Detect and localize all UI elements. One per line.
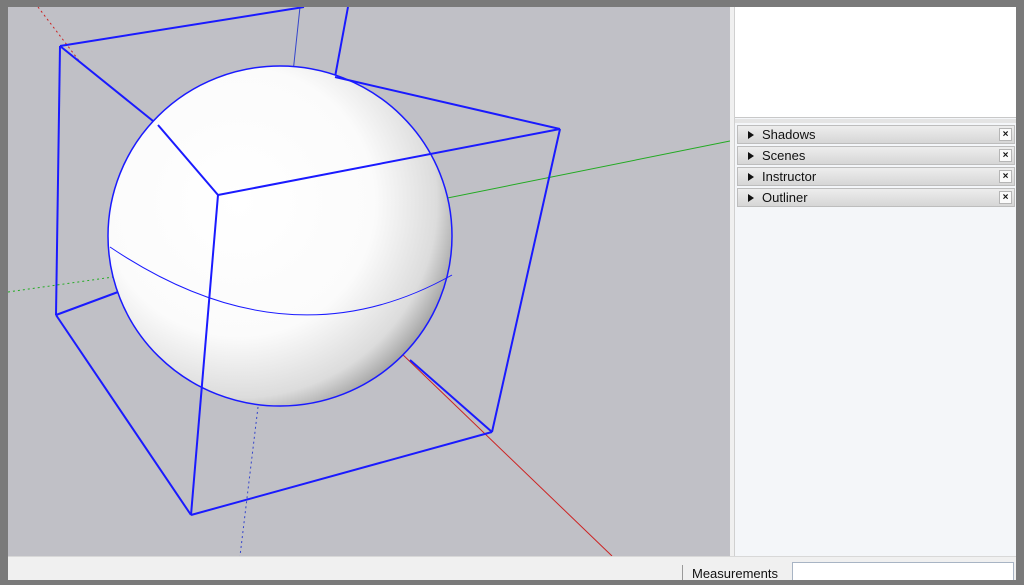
sphere	[107, 65, 453, 407]
default-tray: Shadows × Scenes × Instructor × Outliner…	[734, 7, 1016, 556]
measurements-input[interactable]	[792, 562, 1014, 580]
tray-splitter[interactable]	[735, 119, 1016, 123]
app-frame: Shadows × Scenes × Instructor × Outliner…	[8, 7, 1016, 580]
panel-outliner[interactable]: Outliner ×	[737, 188, 1015, 207]
close-icon[interactable]: ×	[999, 170, 1012, 183]
panel-instructor[interactable]: Instructor ×	[737, 167, 1015, 186]
panel-label: Scenes	[762, 148, 806, 163]
close-icon[interactable]: ×	[999, 191, 1012, 204]
blue-axis-dotted	[239, 406, 259, 556]
expand-arrow-icon[interactable]	[748, 151, 754, 160]
status-bar: Measurements	[8, 556, 1016, 580]
panel-label: Instructor	[762, 169, 817, 184]
red-axis	[373, 326, 613, 556]
close-icon[interactable]: ×	[999, 128, 1012, 141]
status-divider	[682, 565, 683, 580]
scene-drawing	[8, 7, 730, 556]
panel-scenes[interactable]: Scenes ×	[737, 146, 1015, 165]
panel-label: Shadows	[762, 127, 816, 142]
panel-shadows[interactable]: Shadows ×	[737, 125, 1015, 144]
modeling-viewport[interactable]	[8, 7, 730, 556]
expand-arrow-icon[interactable]	[748, 193, 754, 202]
tray-upper-pane	[735, 7, 1016, 118]
measurements-label: Measurements	[692, 566, 778, 580]
expand-arrow-icon[interactable]	[748, 130, 754, 139]
close-icon[interactable]: ×	[999, 149, 1012, 162]
panel-label: Outliner	[762, 190, 808, 205]
expand-arrow-icon[interactable]	[748, 172, 754, 181]
